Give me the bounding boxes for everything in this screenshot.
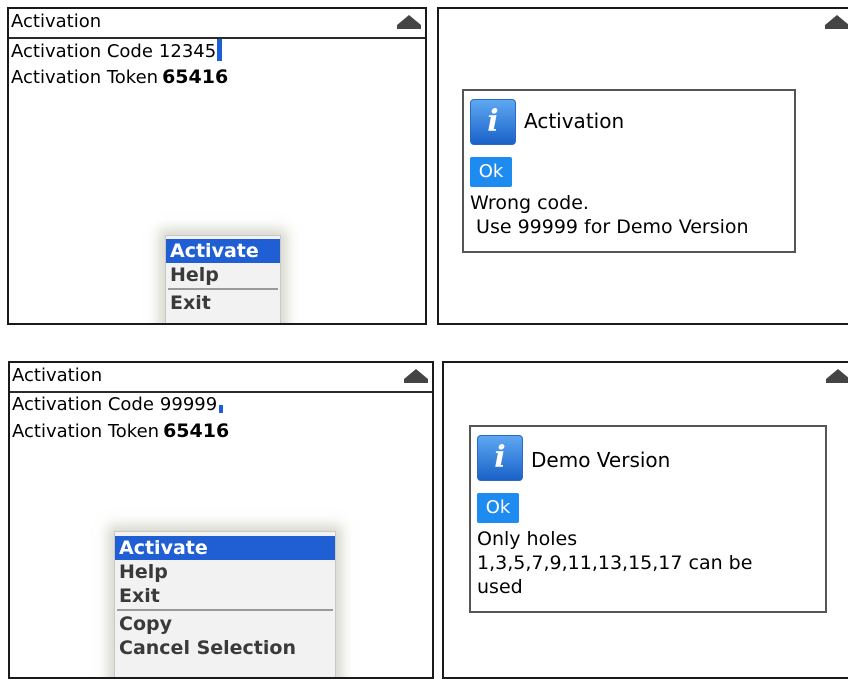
dialog-message: Only holes 1,3,5,7,9,11,13,15,17 can be …	[477, 528, 753, 598]
dialog-message: Wrong code. Use 99999 for Demo Version	[470, 192, 749, 238]
menu-item-activate[interactable]: Activate	[115, 536, 335, 560]
activation-token-label: Activation Token	[11, 67, 159, 88]
scroll-up-icon[interactable]	[826, 369, 848, 383]
menu-item-exit[interactable]: Exit	[115, 584, 335, 608]
screen-activation-entry: Activation Activation Code 12345 Activati…	[7, 7, 427, 325]
demo-dialog: i Demo Version Ok Only holes 1,3,5,7,9,1…	[469, 425, 827, 613]
screen-title: Activation	[12, 365, 103, 386]
activation-token-value: 65416	[163, 420, 230, 442]
activation-token-row: Activation Token 65416	[12, 419, 229, 444]
menu-separator	[117, 609, 333, 611]
menu-item-copy[interactable]: Copy	[115, 612, 335, 636]
activation-code-row: Activation Code 99999	[12, 393, 224, 417]
dialog-title: Activation	[524, 109, 625, 133]
activation-token-label: Activation Token	[12, 421, 160, 442]
activation-code-input[interactable]: 99999	[160, 394, 217, 415]
screen-activation-error: i Activation Ok Wrong code. Use 99999 fo…	[437, 7, 848, 325]
info-icon: i	[477, 435, 523, 481]
info-icon: i	[470, 99, 516, 145]
activation-token-row: Activation Token 65416	[11, 65, 228, 90]
menu-item-activate[interactable]: Activate	[166, 239, 280, 263]
menu-item-cancel-selection[interactable]: Cancel Selection	[115, 636, 335, 660]
activation-code-input[interactable]: 12345	[159, 41, 216, 62]
scroll-up-icon[interactable]	[825, 15, 848, 29]
menu-separator	[168, 288, 278, 290]
title-bar: Activation	[9, 9, 425, 39]
title-bar: Activation	[10, 363, 432, 393]
dialog-title: Demo Version	[531, 448, 671, 472]
menu-item-exit[interactable]: Exit	[166, 291, 280, 315]
scroll-up-icon[interactable]	[397, 15, 421, 29]
menu-item-help[interactable]: Help	[115, 560, 335, 584]
ok-button[interactable]: Ok	[477, 493, 519, 523]
activation-token-value: 65416	[162, 66, 229, 88]
context-menu: Activate Help Exit Copy Cancel Selection	[114, 531, 336, 677]
text-cursor	[219, 405, 224, 413]
screen-title: Activation	[11, 11, 102, 32]
context-menu: Activate Help Exit	[165, 235, 281, 323]
screen-activation-demo-entry: Activation Activation Code 99999 Activati…	[8, 361, 434, 679]
activation-code-row: Activation Code 12345	[11, 39, 223, 64]
ok-button[interactable]: Ok	[470, 157, 512, 187]
menu-item-help[interactable]: Help	[166, 263, 280, 287]
screen-demo-version: i Demo Version Ok Only holes 1,3,5,7,9,1…	[442, 361, 848, 679]
activation-code-label: Activation Code	[11, 41, 153, 62]
scroll-up-icon[interactable]	[404, 369, 428, 383]
activation-code-label: Activation Code	[12, 394, 154, 415]
error-dialog: i Activation Ok Wrong code. Use 99999 fo…	[462, 89, 796, 253]
text-cursor	[217, 39, 223, 61]
